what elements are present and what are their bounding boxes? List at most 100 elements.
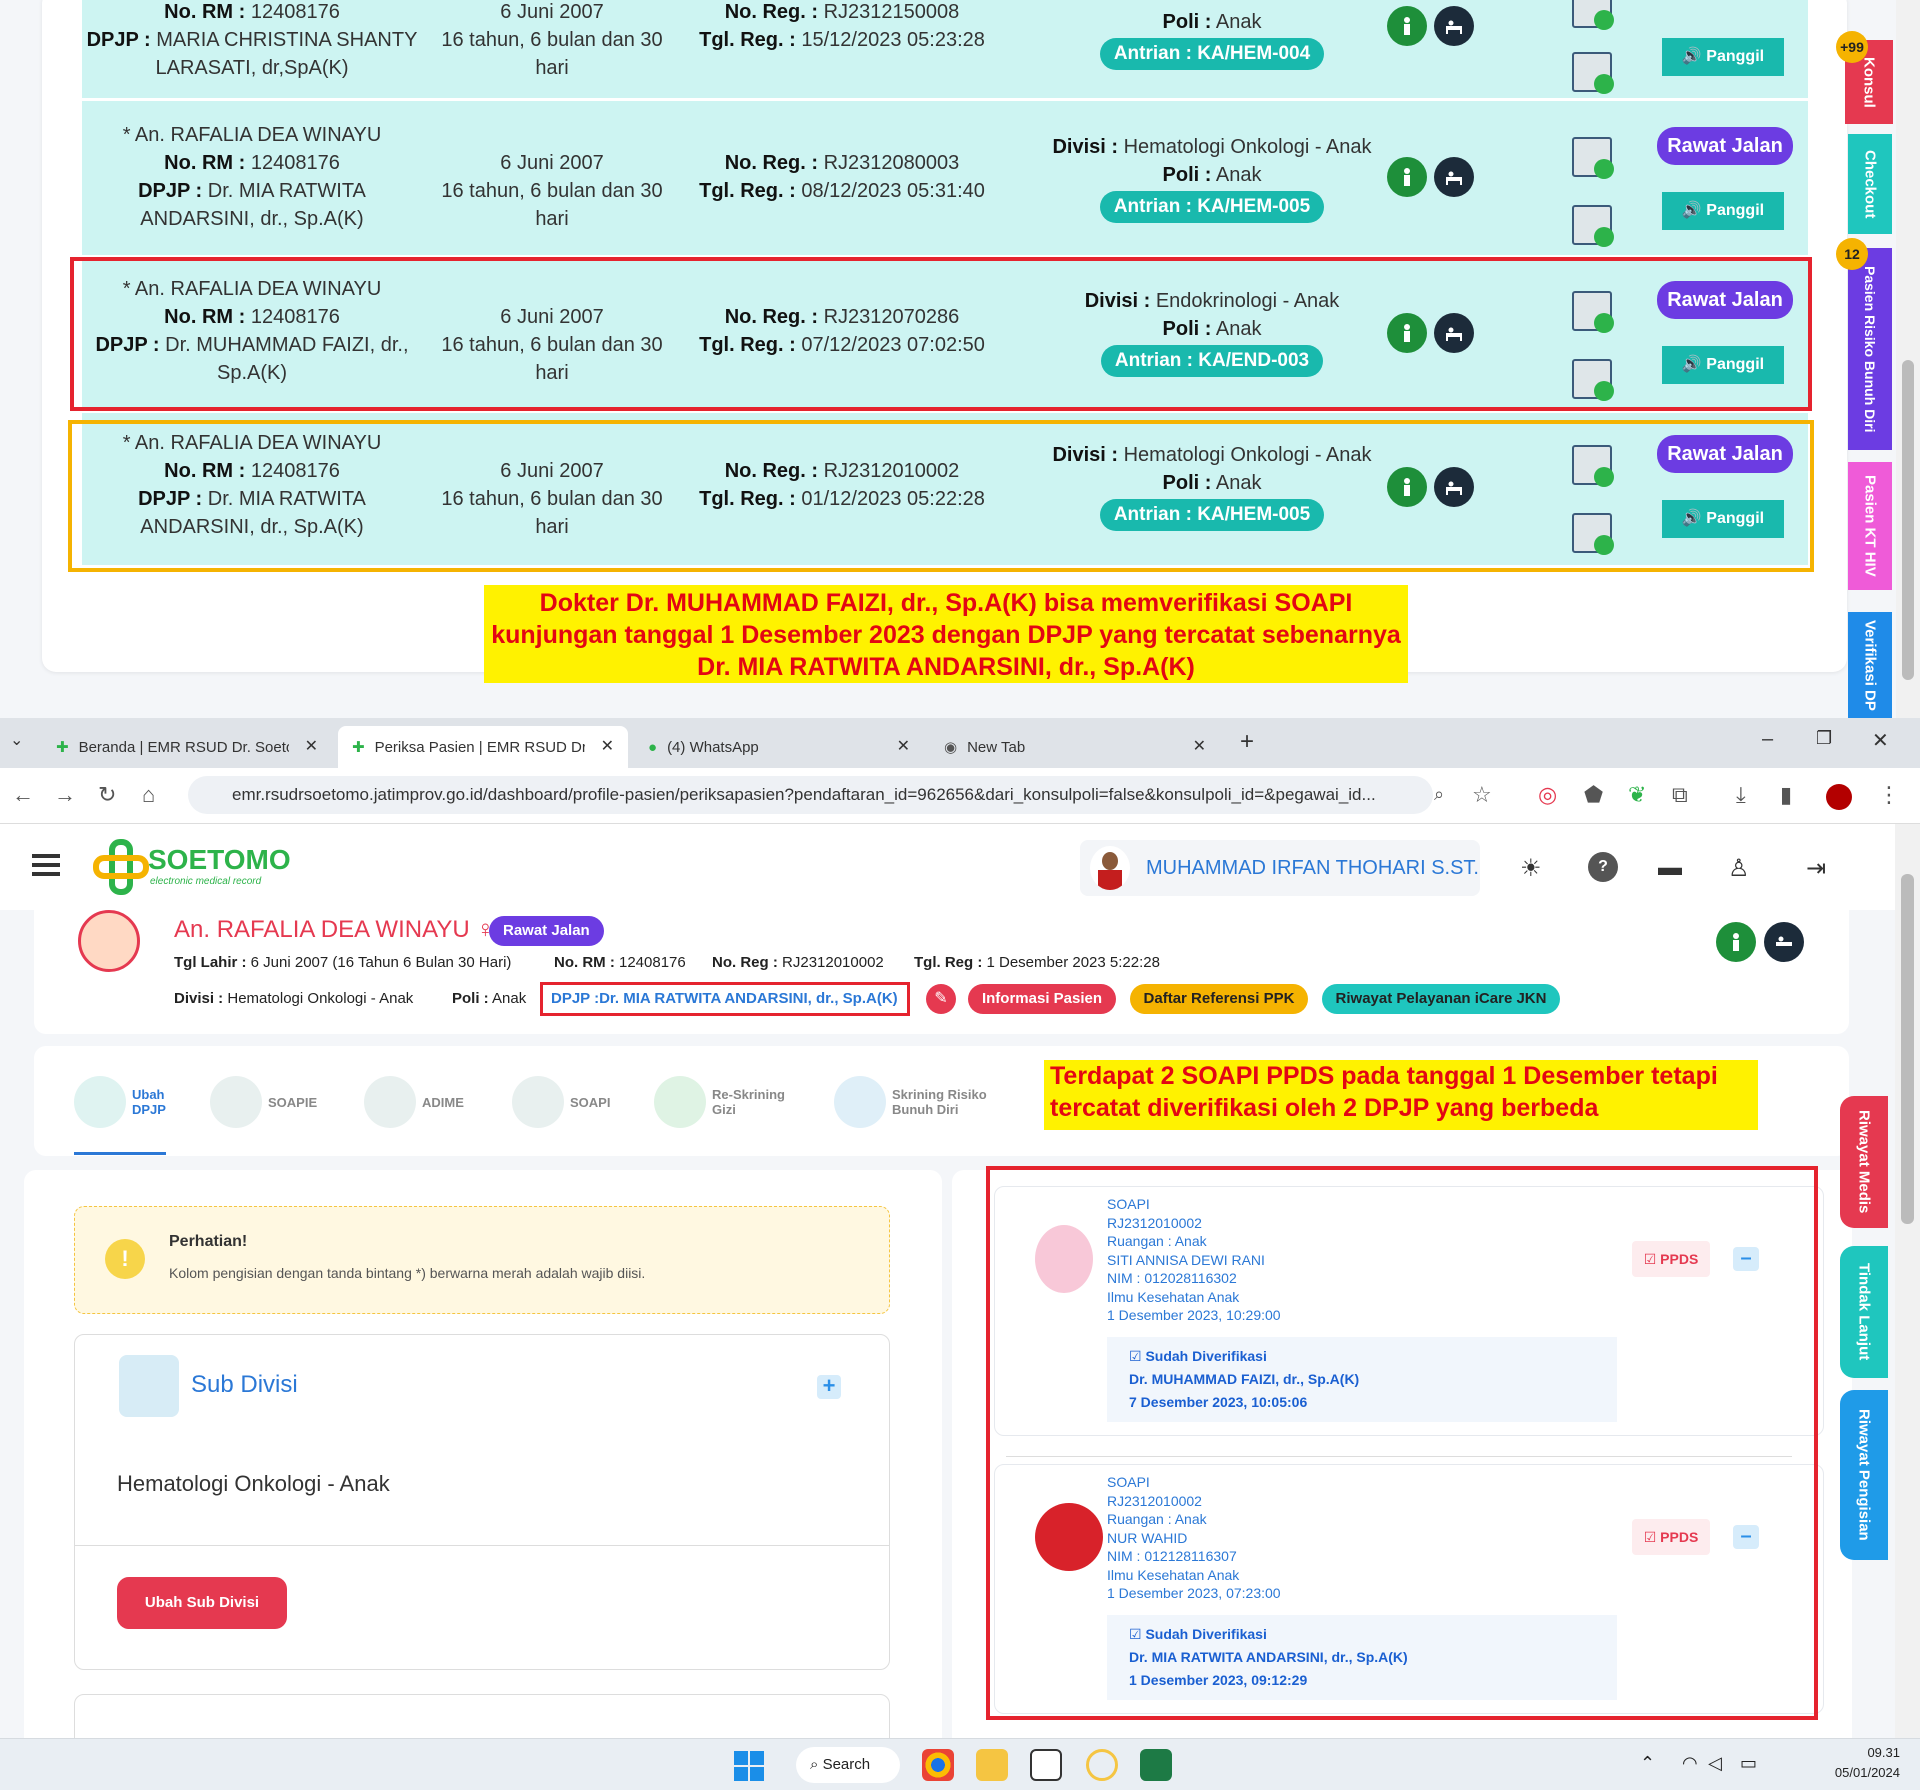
menu-soapi[interactable]: SOAPI (512, 1076, 610, 1128)
battery-icon[interactable]: ▭ (1740, 1753, 1757, 1774)
patient-header-card: An. RAFALIA DEA WINAYU ♀ Rawat Jalan Tgl… (34, 910, 1849, 1034)
right-tab-tindak-lanjut[interactable]: Tindak Lanjut (1840, 1246, 1888, 1378)
soapi-history-panel: SOAPI RJ2312010002 Ruangan : Anak SITI A… (952, 1166, 1852, 1738)
warning-box: ! Perhatian! Kolom pengisian dengan tand… (74, 1206, 890, 1314)
volume-icon[interactable]: ◁ (1708, 1753, 1722, 1774)
file-explorer-icon[interactable] (976, 1749, 1008, 1781)
menu-kebab-icon[interactable]: ⋮ (1878, 782, 1900, 808)
info-pasien-button[interactable]: Informasi Pasien (968, 984, 1116, 1014)
forward-icon[interactable]: → (54, 782, 76, 808)
menu-soapie[interactable]: SOAPIE (210, 1076, 317, 1128)
soap-note-icon[interactable] (1572, 137, 1614, 179)
extensions-puzzle-icon[interactable]: ⧉ (1672, 782, 1688, 808)
side-tab-kt-hiv[interactable]: Pasien KT HIV (1848, 462, 1892, 590)
wifi-icon[interactable]: ◠ (1682, 1753, 1698, 1774)
icare-jkn-button[interactable]: Riwayat Pelayanan iCare JKN (1322, 984, 1560, 1014)
vnc-icon[interactable] (1030, 1749, 1062, 1781)
browser-tab[interactable]: ◉ New Tab ✕ (930, 726, 1220, 768)
dpjp-value: MARIA CHRISTINA SHANTY LARASATI, dr,SpA(… (155, 29, 418, 79)
antrian-badge: Antrian : KA/HEM-005 (1099, 191, 1325, 223)
bookmark-star-icon[interactable]: ☆ (1472, 782, 1492, 808)
chrome-taskbar-icon[interactable] (922, 1749, 954, 1781)
side-tab-verifikasi[interactable]: Verifikasi DP (1848, 612, 1892, 718)
edit-dpjp-icon[interactable]: ✎ (926, 984, 956, 1014)
close-window-icon[interactable]: ✕ (1872, 728, 1889, 753)
browser-address-bar: ← → ↻ ⌂ emr.rsudrsoetomo.jatimprov.go.id… (0, 768, 1920, 824)
exam-menu: Ubah DPJP SOAPIE ADIME SOAPI Re-Skrining… (34, 1046, 1849, 1156)
tgl-lahir: 6 Juni 2007 (16 Tahun 6 Bulan 30 Hari) (250, 954, 512, 971)
extension-icon[interactable]: ◎ (1538, 782, 1557, 808)
logout-icon[interactable]: ⇥ (1806, 854, 1826, 883)
help-icon[interactable]: ? (1588, 852, 1618, 882)
menu-reskrining-gizi[interactable]: Re-Skrining Gizi (654, 1076, 802, 1128)
clock[interactable]: 09.31 05/01/2024 (1790, 1743, 1900, 1783)
tab-close-icon[interactable]: ✕ (305, 736, 318, 756)
soap-verify-icon[interactable] (1572, 52, 1614, 94)
scroll-thumb[interactable] (1901, 874, 1914, 1224)
dpjp-field[interactable]: DPJP :Dr. MIA RATWITA ANDARSINI, dr., Sp… (540, 982, 910, 1016)
menu-adime[interactable]: ADIME (364, 1076, 464, 1128)
excel-icon[interactable] (1140, 1749, 1172, 1781)
scrollbar-top[interactable] (1896, 0, 1920, 718)
browser-tab-active[interactable]: ✚Periksa Pasien | EMR RSUD Dr. Soetomo✕ (338, 726, 628, 768)
menu-ubah-dpjp[interactable]: Ubah DPJP (74, 1076, 176, 1128)
taskbar-search[interactable]: ⌕ Search (796, 1747, 900, 1783)
download-icon[interactable]: ⤓ (1736, 782, 1746, 808)
page-scrollbar[interactable] (1895, 824, 1920, 1738)
url-input[interactable]: emr.rsudrsoetomo.jatimprov.go.id/dashboa… (188, 776, 1433, 814)
sidepanel-icon[interactable]: ▮ (1780, 782, 1792, 808)
doctor-icon (210, 1076, 262, 1128)
side-tab-checkout[interactable]: Checkout (1848, 134, 1892, 234)
windows-start-icon[interactable] (734, 1751, 764, 1781)
app-rings-icon[interactable] (1086, 1749, 1118, 1781)
chrome-icon: ◉ (944, 739, 958, 756)
shield-icon[interactable]: ⬟ (1584, 782, 1603, 808)
hamburger-menu-icon[interactable] (32, 854, 60, 858)
patient-standing-icon[interactable] (1387, 6, 1427, 46)
minimize-icon[interactable]: – (1762, 728, 1773, 751)
patient-bed-icon[interactable] (1434, 157, 1474, 197)
right-tab-riwayat-pengisian[interactable]: Riwayat Pengisian (1840, 1390, 1888, 1560)
rm-value: 12408176 (250, 1, 340, 23)
patient-standing-icon[interactable] (1716, 922, 1756, 962)
new-tab-icon[interactable]: + (1240, 728, 1254, 756)
home-icon[interactable]: ⌂ (142, 782, 155, 808)
patient-bed-icon[interactable] (1434, 6, 1474, 46)
browser-tab-bar: ⌄ ✚Beranda | EMR RSUD Dr. Soetomo✕ ✚Peri… (0, 718, 1920, 768)
panggil-button[interactable]: 🔊 Panggil (1662, 192, 1784, 230)
add-icon[interactable]: + (817, 1375, 841, 1399)
user-chip[interactable]: MUHAMMAD IRFAN THOHARI S.ST. (1080, 840, 1480, 896)
zoom-icon[interactable]: ⌕ (1434, 784, 1444, 805)
user-icon[interactable]: ♙ (1728, 854, 1750, 883)
tab-close-icon[interactable]: ✕ (601, 736, 614, 756)
panggil-button[interactable]: 🔊 Panggil (1662, 38, 1784, 76)
bed-icon[interactable]: ▬ (1658, 854, 1682, 882)
highlight-box-yellow (68, 420, 1814, 572)
patient-row: * An. RAFALIA DEA WINAYU No. RM : 124081… (82, 101, 1808, 255)
extension-leaf-icon[interactable]: ❦ (1628, 782, 1646, 808)
tray-chevron-icon[interactable]: ⌃ (1640, 1753, 1655, 1774)
referensi-ppk-button[interactable]: Daftar Referensi PPK (1130, 984, 1308, 1014)
patient-avatar (78, 910, 140, 972)
patient-bed-icon[interactable] (1764, 922, 1804, 962)
rawat-jalan-button[interactable]: Rawat Jalan (1657, 127, 1793, 165)
scroll-thumb[interactable] (1902, 360, 1914, 680)
patient-standing-icon[interactable] (1387, 157, 1427, 197)
tab-list-chevron-icon[interactable]: ⌄ (10, 730, 23, 750)
browser-tab[interactable]: ✚Beranda | EMR RSUD Dr. Soetomo✕ (42, 726, 332, 768)
theme-sun-icon[interactable]: ☀ (1520, 854, 1542, 883)
ubah-sub-divisi-button[interactable]: Ubah Sub Divisi (117, 1577, 287, 1629)
tab-close-icon[interactable]: ✕ (1193, 736, 1206, 756)
browser-tab[interactable]: ● (4) WhatsApp ✕ (634, 726, 924, 768)
profile-avatar[interactable] (1826, 784, 1852, 810)
reload-icon[interactable]: ↻ (98, 782, 116, 808)
right-tab-riwayat-medis[interactable]: Riwayat Medis (1840, 1096, 1888, 1228)
restore-icon[interactable]: ❐ (1816, 728, 1832, 749)
side-tab-risiko-bunuh-diri[interactable]: Pasien Risiko Bunuh Diri (1848, 248, 1892, 450)
back-icon[interactable]: ← (12, 782, 34, 808)
tab-close-icon[interactable]: ✕ (897, 736, 910, 756)
menu-skrining-bunuh-diri[interactable]: Skrining Risiko Bunuh Diri (834, 1076, 1012, 1128)
age: 16 tahun, 6 bulan dan 30 hari (441, 29, 663, 79)
soap-verify-icon[interactable] (1572, 205, 1614, 247)
soap-note-icon[interactable] (1572, 0, 1614, 30)
